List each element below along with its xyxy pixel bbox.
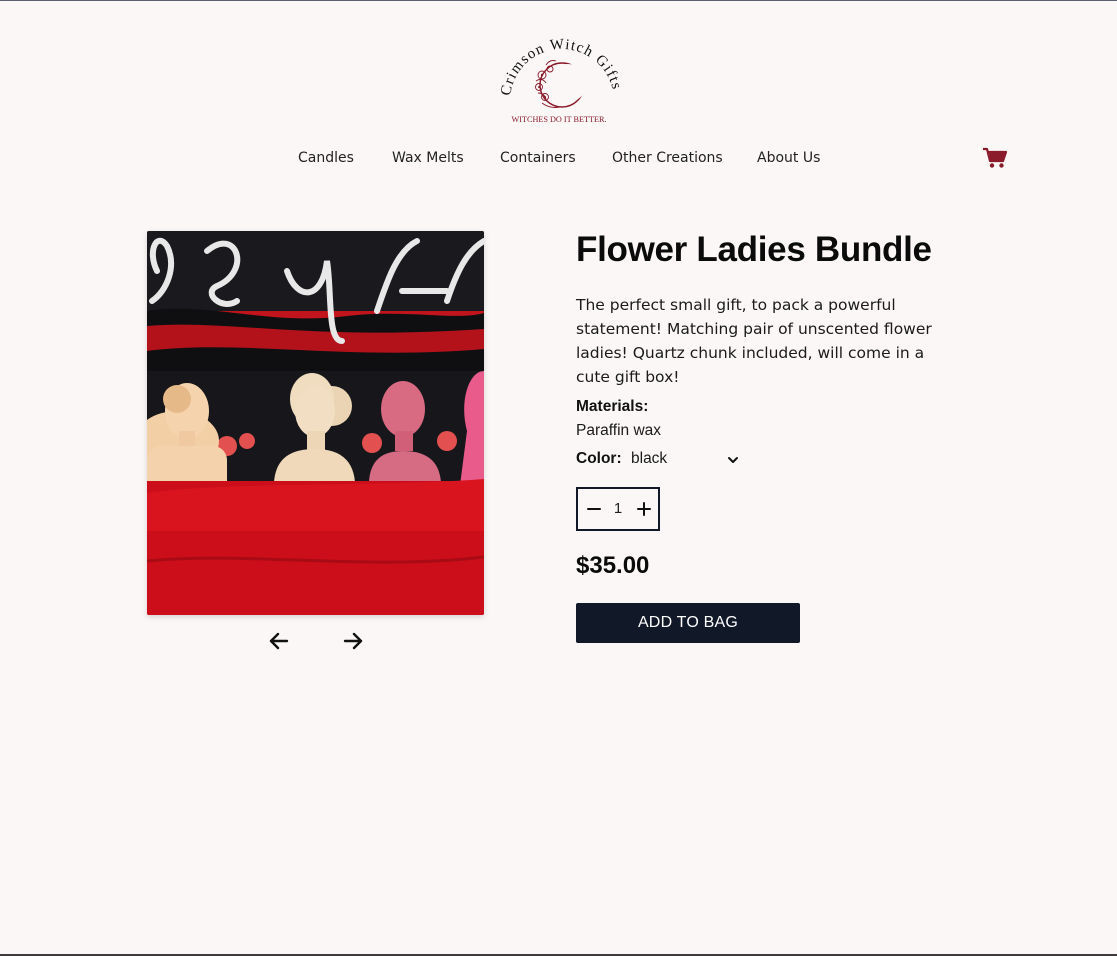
logo-tagline: WITCHES DO IT BETTER.	[512, 115, 607, 124]
cart-glyph	[983, 147, 1008, 168]
nav-item-other-creations[interactable]: Other Creations	[612, 150, 723, 166]
prev-image-glyph	[269, 632, 289, 650]
nav-item-containers[interactable]: Containers	[500, 150, 576, 166]
logo-graphic: Crimson Witch Gifts WITCHES DO IT BETTER…	[498, 37, 620, 124]
color-select[interactable]: black	[631, 450, 741, 470]
add-to-bag-button[interactable]: ADD TO BAG	[576, 603, 800, 643]
next-image-glyph	[343, 632, 363, 650]
color-selector-row: Color: black	[576, 450, 756, 470]
materials-label: Materials:	[576, 398, 649, 415]
arrow-right-icon[interactable]	[341, 629, 365, 653]
product-description: The perfect small gift, to pack a powerf…	[576, 296, 932, 386]
materials-value: Paraffin wax	[576, 422, 662, 439]
product-title: Flower Ladies Bundle	[576, 230, 932, 269]
main-nav: Candles Wax Melts Containers Other Creat…	[0, 150, 1117, 170]
brand-logo[interactable]: Crimson Witch Gifts WITCHES DO IT BETTER…	[498, 25, 620, 125]
chevron-down-icon	[728, 457, 738, 463]
minus-icon	[587, 508, 601, 510]
shopping-cart-icon[interactable]	[982, 147, 1008, 169]
quantity-value[interactable]: 1	[608, 500, 628, 517]
decrement-button[interactable]	[585, 500, 603, 518]
increment-button[interactable]	[635, 500, 653, 518]
color-label: Color:	[576, 450, 622, 467]
product-image	[147, 231, 484, 615]
quantity-stepper: 1	[576, 487, 660, 531]
arrow-left-icon[interactable]	[267, 629, 291, 653]
plus-icon	[637, 502, 651, 516]
nav-item-candles[interactable]: Candles	[298, 150, 354, 166]
nav-item-about-us[interactable]: About Us	[757, 150, 820, 166]
product-photo	[147, 231, 484, 615]
color-selected-value: black	[631, 450, 668, 467]
nav-item-wax-melts[interactable]: Wax Melts	[392, 150, 464, 166]
product-price: $35.00	[576, 552, 650, 579]
